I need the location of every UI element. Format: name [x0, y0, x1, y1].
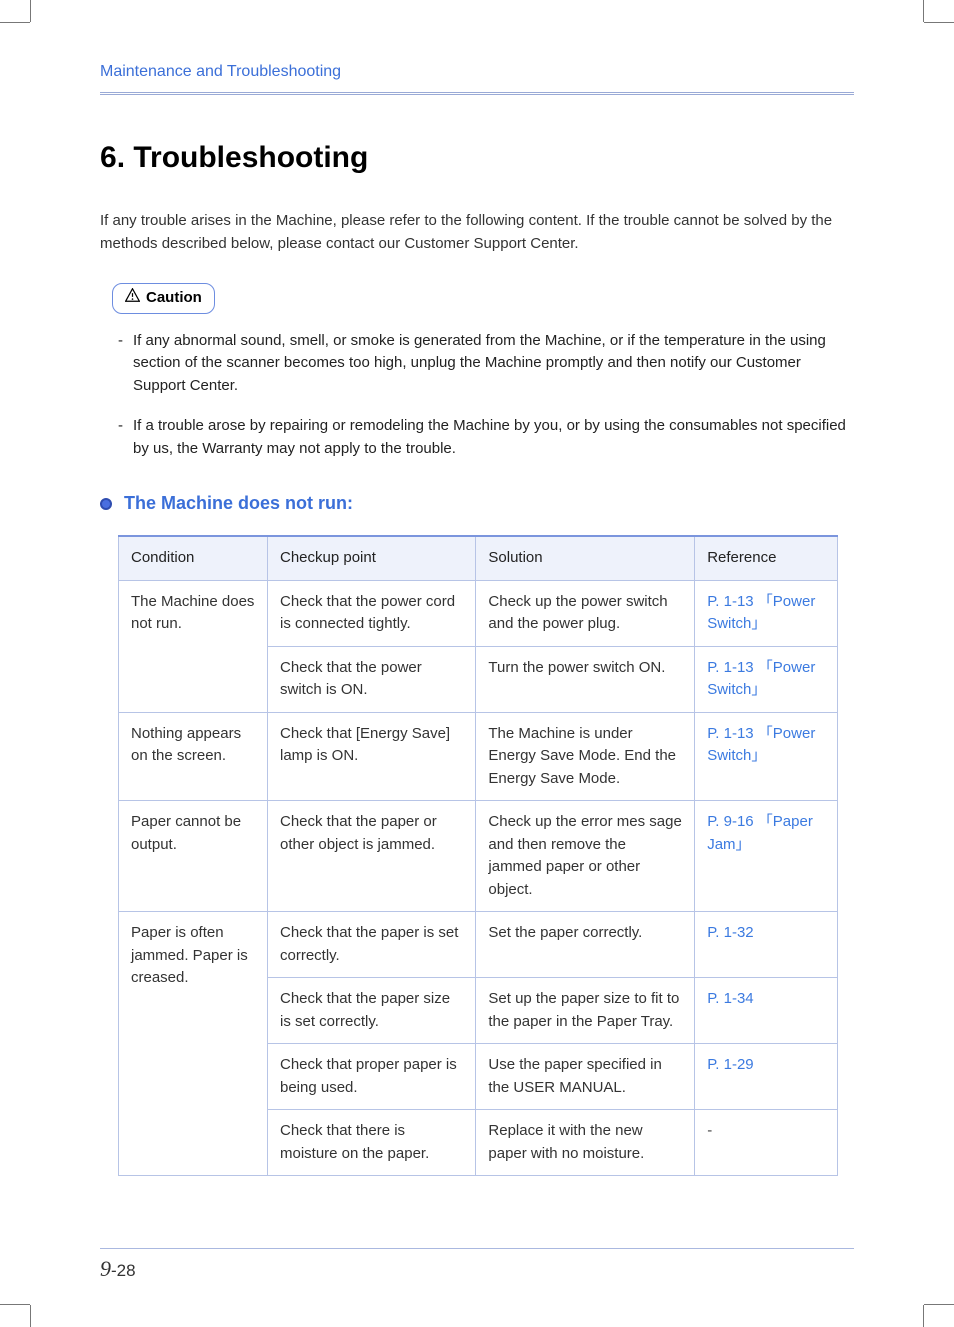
caution-label: Caution: [146, 287, 202, 310]
caution-text: If any abnormal sound, smell, or smoke i…: [133, 330, 854, 398]
crop-mark: [30, 0, 31, 22]
cell-solution: Set up the paper size to fit to the pape…: [476, 978, 695, 1044]
warning-icon: [125, 287, 140, 310]
table-row: The Machine does not run.Check that the …: [119, 580, 838, 646]
cell-reference: P. 1-29: [695, 1044, 838, 1110]
cell-reference: P. 1-13 「Power Switch」: [695, 712, 838, 801]
bullet-icon: [100, 498, 112, 510]
cell-checkup: Check that there is moisture on the pape…: [268, 1110, 476, 1176]
section-heading: The Machine does not run:: [100, 490, 854, 517]
col-condition: Condition: [119, 536, 268, 580]
cell-solution: The Machine is under Energy Save Mode. E…: [476, 712, 695, 801]
list-dash-icon: -: [118, 415, 123, 460]
table-row: Paper cannot be output.Check that the pa…: [119, 801, 838, 912]
document-page: Maintenance and Troubleshooting 6. Troub…: [0, 0, 954, 1327]
cell-condition: Paper is often jammed. Paper is creased.: [119, 912, 268, 1176]
cell-condition: The Machine does not run.: [119, 580, 268, 712]
cell-checkup: Check that proper paper is being used.: [268, 1044, 476, 1110]
crop-mark: [0, 1304, 30, 1305]
caution-list: - If any abnormal sound, smell, or smoke…: [118, 330, 854, 461]
cell-checkup: Check that [Energy Save] lamp is ON.: [268, 712, 476, 801]
crop-mark: [924, 22, 954, 23]
running-header: Maintenance and Troubleshooting: [100, 60, 854, 92]
table-body: The Machine does not run.Check that the …: [119, 580, 838, 1176]
troubleshoot-table: Condition Checkup point Solution Referen…: [118, 535, 838, 1176]
chapter-dot: .: [117, 141, 134, 174]
page-number: 9-28: [100, 1252, 136, 1285]
caution-badge: Caution: [112, 283, 215, 314]
cell-checkup: Check that the paper or other object is …: [268, 801, 476, 912]
crop-mark: [923, 0, 924, 22]
page-minor: -28: [111, 1261, 136, 1280]
caution-item: - If a trouble arose by repairing or rem…: [118, 415, 854, 460]
table-row: Paper is often jammed. Paper is creased.…: [119, 912, 838, 978]
cell-reference: P. 1-34: [695, 978, 838, 1044]
intro-paragraph: If any trouble arises in the Machine, pl…: [100, 210, 854, 255]
table-header-row: Condition Checkup point Solution Referen…: [119, 536, 838, 580]
cell-solution: Set the paper correctly.: [476, 912, 695, 978]
section-title: The Machine does not run:: [124, 490, 353, 517]
cell-checkup: Check that the paper size is set correct…: [268, 978, 476, 1044]
crop-mark: [30, 1305, 31, 1327]
cell-reference: P. 9-16 「Paper Jam」: [695, 801, 838, 912]
footer-rule: [100, 1248, 854, 1249]
cell-reference: -: [695, 1110, 838, 1176]
cell-reference: P. 1-13 「Power Switch」: [695, 646, 838, 712]
list-dash-icon: -: [118, 330, 123, 398]
crop-mark: [0, 22, 30, 23]
table-row: Nothing appears on the screen.Check that…: [119, 712, 838, 801]
col-checkup: Checkup point: [268, 536, 476, 580]
cell-condition: Paper cannot be output.: [119, 801, 268, 912]
col-reference: Reference: [695, 536, 838, 580]
crop-mark: [923, 1305, 924, 1327]
cell-checkup: Check that the paper is set correctly.: [268, 912, 476, 978]
chapter-number: 6: [100, 141, 117, 174]
cell-checkup: Check that the power switch is ON.: [268, 646, 476, 712]
caution-text: If a trouble arose by repairing or remod…: [133, 415, 854, 460]
col-solution: Solution: [476, 536, 695, 580]
cell-condition: Nothing appears on the screen.: [119, 712, 268, 801]
chapter-title: Troubleshooting: [133, 141, 368, 174]
cell-solution: Replace it with the new paper with no mo…: [476, 1110, 695, 1176]
header-rule: [100, 92, 854, 95]
cell-reference: P. 1-32: [695, 912, 838, 978]
cell-reference: P. 1-13 「Power Switch」: [695, 580, 838, 646]
cell-solution: Check up the power switch and the power …: [476, 580, 695, 646]
chapter-heading: 6. Troubleshooting: [100, 135, 854, 180]
caution-item: - If any abnormal sound, smell, or smoke…: [118, 330, 854, 398]
page-major: 9: [100, 1256, 111, 1281]
crop-mark: [924, 1304, 954, 1305]
cell-solution: Check up the error mes sage and then rem…: [476, 801, 695, 912]
cell-checkup: Check that the power cord is connected t…: [268, 580, 476, 646]
cell-solution: Use the paper specified in the USER MANU…: [476, 1044, 695, 1110]
cell-solution: Turn the power switch ON.: [476, 646, 695, 712]
